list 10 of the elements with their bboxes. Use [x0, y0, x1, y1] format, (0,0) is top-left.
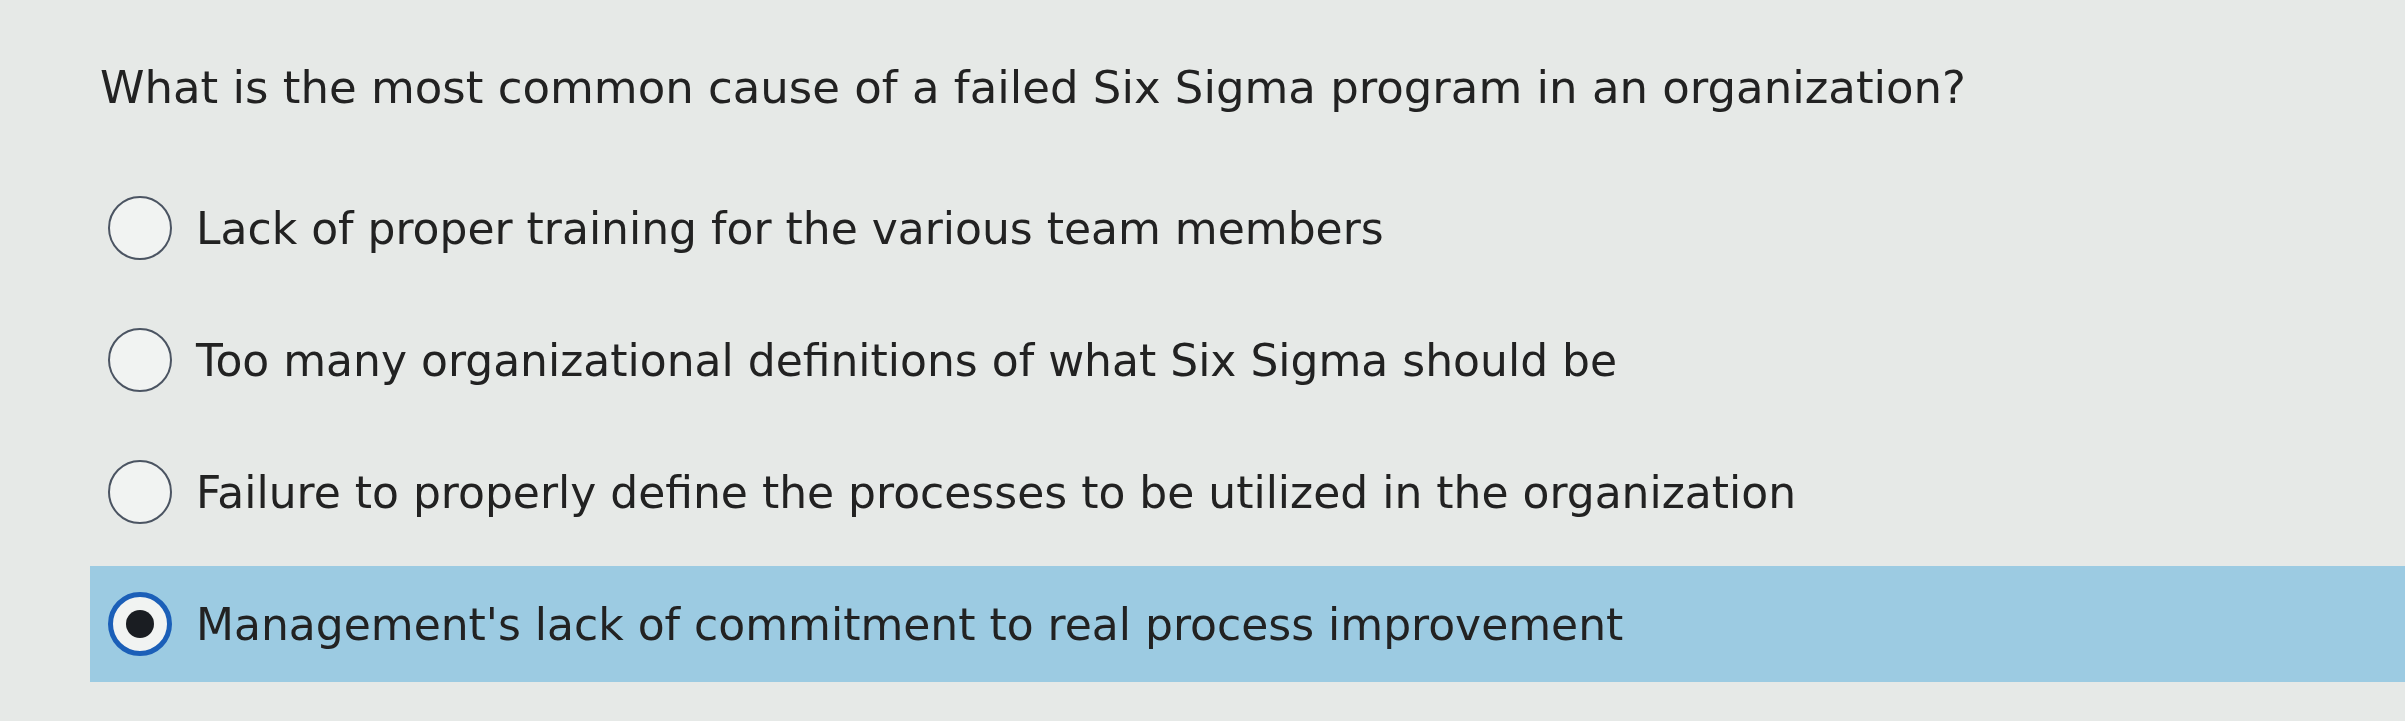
radio-button[interactable] [108, 328, 172, 392]
question-text: What is the most common cause of a failed Six Sigma program in an organization? [100, 60, 1967, 116]
radio-button[interactable] [108, 196, 172, 260]
radio-button[interactable] [108, 460, 172, 524]
answer-option[interactable]: Too many organizational definitions of what Six Sigma should be [196, 334, 1618, 386]
radio-button[interactable] [108, 592, 172, 656]
answer-option[interactable]: Management's lack of commitment to real process improvement [196, 598, 1624, 650]
answer-option[interactable]: Lack of proper training for the various team members [196, 202, 1384, 254]
answer-option[interactable]: Failure to properly define the processes to be utilized in the organization [196, 466, 1797, 518]
selected-answer-row[interactable]: Management's lack of commitment to real process improvement [90, 566, 2405, 682]
